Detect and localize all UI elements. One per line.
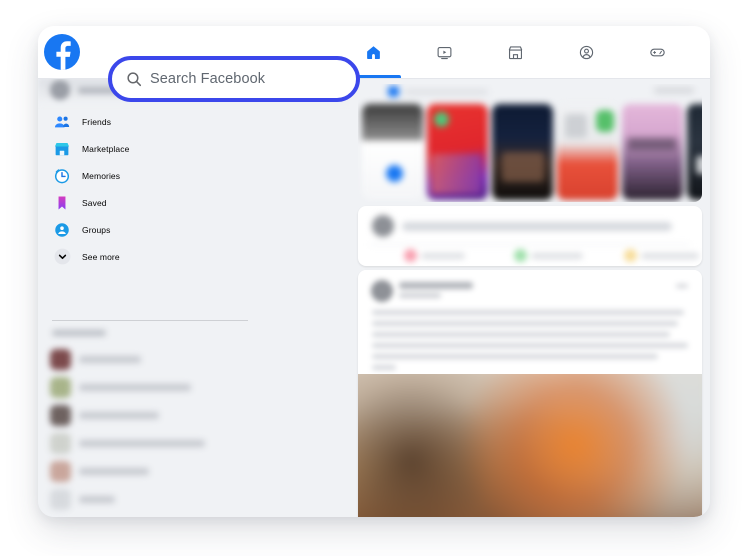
- chevron-down-icon: [52, 247, 72, 267]
- sidebar-item-saved[interactable]: Saved: [42, 189, 346, 216]
- post-author-placeholder[interactable]: [399, 282, 473, 289]
- avatar[interactable]: [371, 280, 393, 302]
- stories-tray: [358, 84, 702, 202]
- list-item-label-placeholder: [79, 356, 141, 363]
- stories-icon: [388, 86, 399, 97]
- post-text-blur-layer: [358, 270, 702, 374]
- composer-action-label-placeholder: [531, 253, 583, 259]
- avatar: [50, 80, 70, 100]
- post-photo[interactable]: [358, 374, 702, 517]
- nav-tab-gaming[interactable]: [622, 26, 693, 78]
- sidebar-item-label: Saved: [82, 197, 107, 208]
- list-item-label-placeholder: [79, 496, 115, 503]
- list-item-label-placeholder: [79, 384, 191, 391]
- left-sidebar: Friends Marketplace Memories Saved Group…: [38, 78, 350, 517]
- groups-icon: [52, 220, 72, 240]
- list-item[interactable]: [38, 486, 278, 516]
- avatar: [50, 433, 71, 454]
- list-item-label-placeholder: [79, 440, 205, 447]
- list-item[interactable]: [38, 458, 278, 488]
- photo-video-icon: [514, 249, 527, 262]
- search-icon: [125, 70, 143, 88]
- nav-tab-marketplace[interactable]: [480, 26, 551, 78]
- shortcuts-heading-placeholder: [52, 330, 106, 336]
- sidebar-item-groups[interactable]: Groups: [42, 216, 346, 243]
- post-body-line: [372, 365, 396, 370]
- list-item-label-placeholder: [79, 412, 159, 419]
- avatar: [50, 349, 71, 370]
- sidebar-shortcuts-obscured: [38, 326, 278, 517]
- search-bar-highlighted[interactable]: Search Facebook: [108, 56, 360, 102]
- post-body-line: [372, 321, 678, 326]
- facebook-window: Friends Marketplace Memories Saved Group…: [38, 26, 710, 517]
- post-timestamp-placeholder: [399, 293, 441, 298]
- sidebar-item-label: Marketplace: [82, 143, 130, 154]
- live-video-icon: [404, 249, 417, 262]
- stories-header: [388, 84, 508, 98]
- story-card[interactable]: [687, 104, 702, 200]
- composer-action-label-placeholder: [421, 253, 465, 259]
- feeling-activity-icon: [624, 249, 637, 262]
- primary-navigation: [338, 26, 693, 78]
- avatar: [50, 377, 71, 398]
- sidebar-menu: Friends Marketplace Memories Saved Group…: [38, 108, 350, 270]
- story-card[interactable]: [427, 104, 488, 200]
- composer-input-placeholder[interactable]: [402, 222, 672, 231]
- stories-title-placeholder: [404, 89, 488, 95]
- sidebar-item-friends[interactable]: Friends: [42, 108, 346, 135]
- composer-blur-layer: [358, 206, 702, 266]
- sidebar-item-marketplace[interactable]: Marketplace: [42, 135, 346, 162]
- sidebar-item-label: Friends: [82, 116, 112, 127]
- post-body-line: [372, 310, 684, 315]
- stories-blur-layer: [358, 84, 702, 202]
- sidebar-item-label: See more: [82, 251, 120, 262]
- screenshot-root: Friends Marketplace Memories Saved Group…: [0, 0, 750, 556]
- avatar: [372, 215, 394, 237]
- nav-tab-watch[interactable]: [409, 26, 480, 78]
- post-body-line: [372, 343, 688, 348]
- feed-column: [350, 78, 710, 517]
- post-composer: [358, 206, 702, 266]
- search-input[interactable]: Search Facebook: [150, 69, 265, 89]
- avatar: [50, 489, 71, 510]
- post-body-line: [372, 332, 670, 337]
- facebook-logo-icon[interactable]: [44, 34, 80, 70]
- nav-tab-groups[interactable]: [551, 26, 622, 78]
- saved-icon: [52, 193, 72, 213]
- list-item-label-placeholder: [79, 468, 149, 475]
- divider: [370, 244, 690, 245]
- sidebar-divider: [52, 320, 248, 321]
- list-item[interactable]: [38, 374, 278, 404]
- composer-action-label-placeholder: [641, 253, 699, 259]
- post-options-icon[interactable]: [676, 284, 688, 288]
- post-photo-blur-layer: [358, 374, 702, 517]
- post-body-line: [372, 354, 658, 359]
- sidebar-item-see-more[interactable]: See more: [42, 243, 346, 270]
- list-item[interactable]: [38, 346, 278, 376]
- sidebar-item-label: Groups: [82, 224, 111, 235]
- sidebar-item-memories[interactable]: Memories: [42, 162, 346, 189]
- sidebar-item-label: Memories: [82, 170, 121, 181]
- create-story-button[interactable]: [384, 163, 405, 184]
- story-card-create[interactable]: [362, 104, 423, 200]
- feed-post: [358, 270, 702, 517]
- story-card[interactable]: [622, 104, 683, 200]
- memories-icon: [52, 166, 72, 186]
- avatar: [50, 461, 71, 482]
- stories-header-action-placeholder[interactable]: [654, 87, 694, 94]
- avatar: [50, 405, 71, 426]
- list-item[interactable]: [38, 430, 278, 460]
- list-item[interactable]: [38, 402, 278, 432]
- story-card[interactable]: [492, 104, 553, 200]
- story-card[interactable]: [557, 104, 618, 200]
- friends-icon: [52, 112, 72, 132]
- marketplace-icon: [52, 139, 72, 159]
